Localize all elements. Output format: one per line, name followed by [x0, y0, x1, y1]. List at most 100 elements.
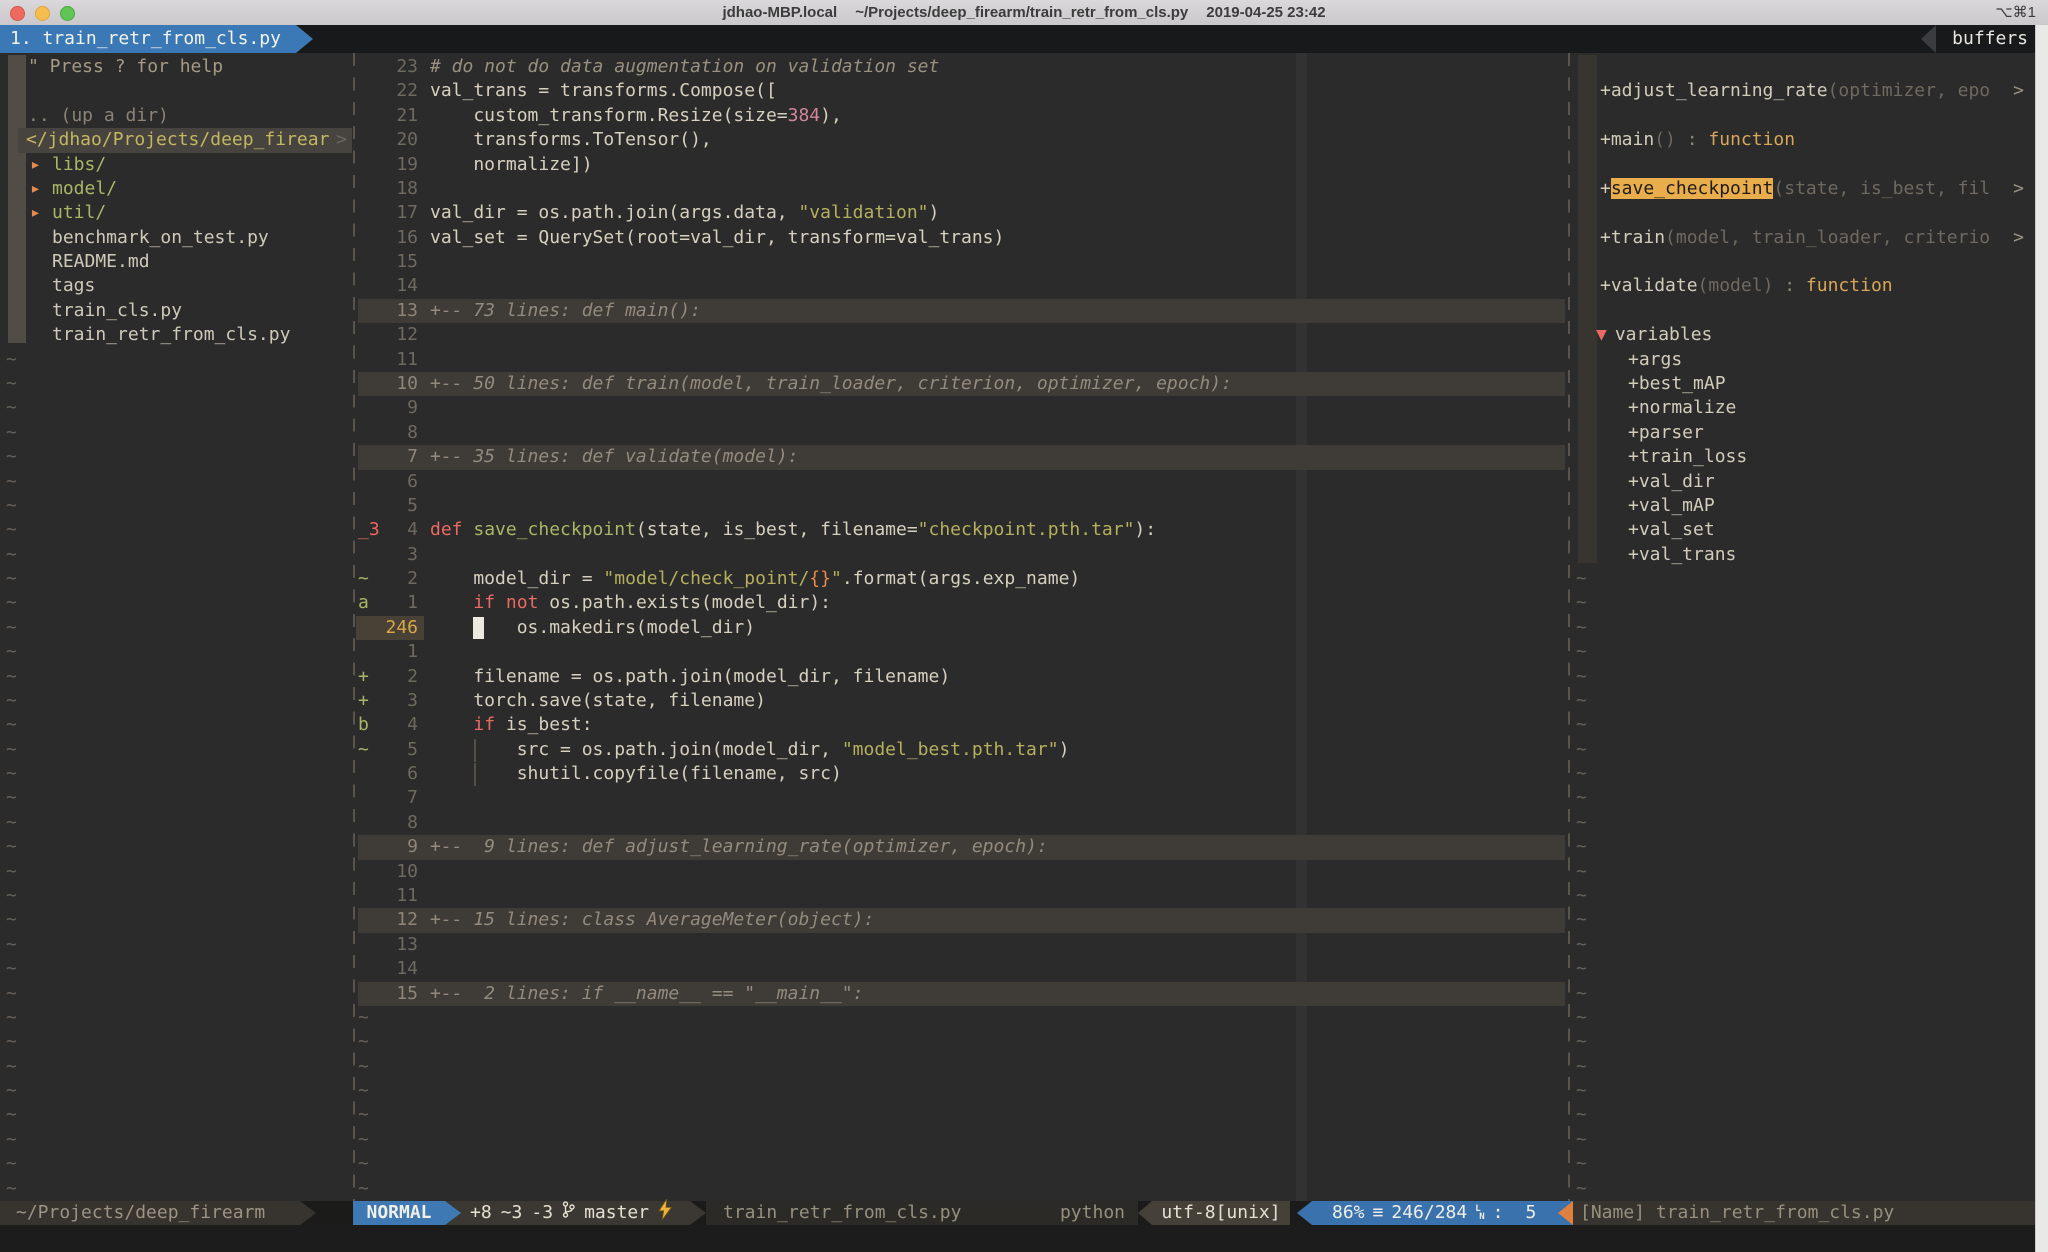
editor-fold-line[interactable]: 15+-- 2 lines: if __name__ == "__main__"…	[356, 982, 1568, 1006]
tagbar-item[interactable]: +train_loss	[1571, 445, 2036, 469]
editor-line[interactable]: b4 if is_best:	[356, 713, 1568, 737]
tagbar-tag-main[interactable]: +main() : function	[1571, 128, 2036, 152]
tagbar-item[interactable]: +parser	[1571, 421, 2036, 445]
nerdtree-item-train-retr-from-cls-py[interactable]: train_retr_from_cls.py	[0, 323, 353, 347]
nerdtree-root[interactable]: </jdhao/Projects/deep_firear>	[0, 128, 353, 152]
editor-line[interactable]: _34def save_checkpoint(state, is_best, f…	[356, 518, 1568, 542]
editor-line[interactable]: 8	[356, 811, 1568, 835]
editor-line[interactable]: ~2 model_dir = "model/check_point/{}".fo…	[356, 567, 1568, 591]
nerdtree-up-dir[interactable]: .. (up a dir)	[0, 104, 353, 128]
editor-line[interactable]: 23# do not do data augmentation on valid…	[356, 55, 1568, 79]
tilde-marker: ~	[6, 665, 17, 689]
terminal-window: jdhao-MBP.local ~/Projects/deep_firearm/…	[0, 0, 2048, 1252]
window-separator-left[interactable]	[353, 53, 355, 1201]
tagbar-item[interactable]: +val_trans	[1571, 543, 2036, 567]
tilde-marker: ~	[1576, 762, 1587, 786]
editor-fold-line[interactable]: 12+-- 15 lines: class AverageMeter(objec…	[356, 908, 1568, 932]
vim-command-line[interactable]	[0, 1225, 2048, 1252]
code-text: normalize])	[430, 153, 593, 177]
tagbar-kind-header: ▼variables	[1596, 323, 1712, 347]
editor-line[interactable]: 14	[356, 957, 1568, 981]
editor-line[interactable]: 18	[356, 177, 1568, 201]
statusline-encoding: utf-8[unix]	[1152, 1201, 1290, 1225]
editor-line[interactable]: 6 shutil.copyfile(filename, src)	[356, 762, 1568, 786]
tagbar-item[interactable]: +best_mAP	[1571, 372, 2036, 396]
editor-line[interactable]: 1	[356, 640, 1568, 664]
editor-line[interactable]: 12	[356, 323, 1568, 347]
line-number: 8	[370, 811, 418, 835]
code-text: val_set = QuerySet(root=val_dir, transfo…	[430, 226, 1004, 250]
tag-kind: function	[1708, 129, 1795, 150]
editor-line[interactable]: 5	[356, 494, 1568, 518]
nerdtree-item-libs[interactable]: ▸libs/	[0, 153, 353, 177]
tagbar-item[interactable]: +val_dir	[1571, 470, 2036, 494]
editor-line[interactable]: 8	[356, 421, 1568, 445]
editor-line[interactable]: 21 custom_transform.Resize(size=384),	[356, 104, 1568, 128]
empty-line-marker: ~	[1571, 689, 2036, 713]
vim-cursor[interactable]	[473, 617, 484, 639]
tag-fold-prefix: +	[1600, 275, 1611, 296]
tab-arrow-separator	[296, 25, 313, 53]
code-text: custom_transform.Resize(size=384),	[430, 104, 842, 128]
editor-line[interactable]: 10	[356, 860, 1568, 884]
editor-line[interactable]: 14	[356, 274, 1568, 298]
editor-line[interactable]: +3 torch.save(state, filename)	[356, 689, 1568, 713]
empty-line-marker: ~	[0, 1103, 353, 1127]
empty-line-marker: ~	[0, 1128, 353, 1152]
code-token: os.path.exists(model_dir):	[538, 592, 831, 613]
editor-panel[interactable]: 23# do not do data augmentation on valid…	[356, 53, 1568, 1201]
editor-line[interactable]: 20 transforms.ToTensor(),	[356, 128, 1568, 152]
editor-line[interactable]: 246 os.makedirs(model_dir)	[356, 616, 1568, 640]
tilde-marker: ~	[1576, 713, 1587, 737]
empty-line-marker: ~	[1571, 933, 2036, 957]
editor-line[interactable]: 7	[356, 786, 1568, 810]
tagbar-item[interactable]: +val_set	[1571, 518, 2036, 542]
editor-line[interactable]: 11	[356, 348, 1568, 372]
tilde-marker: ~	[6, 445, 17, 469]
code-token: is_best:	[495, 714, 593, 735]
tilde-marker: ~	[1576, 957, 1587, 981]
tilde-marker: ~	[1576, 860, 1587, 884]
line-number: 18	[370, 177, 418, 201]
editor-line[interactable]: 15	[356, 250, 1568, 274]
editor-fold-line[interactable]: 7+-- 35 lines: def validate(model):	[356, 445, 1568, 469]
nerdtree-item-benchmark-on-test-py[interactable]: benchmark_on_test.py	[0, 226, 353, 250]
tagbar-tag-save_checkpoint[interactable]: +save_checkpoint(state, is_best, fil>	[1571, 177, 2036, 201]
editor-line[interactable]: 3	[356, 543, 1568, 567]
editor-line[interactable]: ~5 src = os.path.join(model_dir, "model_…	[356, 738, 1568, 762]
tag-name: +adjust_learning_rate(optimizer, epo	[1600, 79, 1990, 103]
tagbar-item[interactable]: +normalize	[1571, 396, 2036, 420]
tagbar-tag-adjust_learning_rate[interactable]: +adjust_learning_rate(optimizer, epo>	[1571, 79, 2036, 103]
tilde-marker: ~	[1576, 640, 1587, 664]
editor-line[interactable]: 13	[356, 933, 1568, 957]
tilde-marker: ~	[1576, 884, 1587, 908]
tagbar-item[interactable]: +val_mAP	[1571, 494, 2036, 518]
empty-line-marker: ~	[0, 786, 353, 810]
editor-line[interactable]: 6	[356, 470, 1568, 494]
editor-line[interactable]: 11	[356, 884, 1568, 908]
tagbar-header-variables[interactable]: ▼variables	[1571, 323, 2036, 347]
editor-fold-line[interactable]: 9+-- 9 lines: def adjust_learning_rate(o…	[356, 835, 1568, 859]
tab-current[interactable]: 1. train_retr_from_cls.py	[0, 25, 296, 53]
editor-line[interactable]: 16val_set = QuerySet(root=val_dir, trans…	[356, 226, 1568, 250]
editor-line[interactable]: 9	[356, 396, 1568, 420]
window-separator-right[interactable]	[1568, 53, 1570, 1201]
editor-line[interactable]: 17val_dir = os.path.join(args.data, "val…	[356, 201, 1568, 225]
tagbar-tag-train[interactable]: +train(model, train_loader, criterio>	[1571, 226, 2036, 250]
editor-line[interactable]: a1 if not os.path.exists(model_dir):	[356, 591, 1568, 615]
empty-line-marker: ~	[1571, 1103, 2036, 1127]
editor-line[interactable]: 22val_trans = transforms.Compose([	[356, 79, 1568, 103]
tagbar-item[interactable]: +args	[1571, 348, 2036, 372]
tagbar-tag-validate[interactable]: +validate(model) : function	[1571, 274, 2036, 298]
editor-line[interactable]: 19 normalize])	[356, 153, 1568, 177]
editor-line[interactable]: +2 filename = os.path.join(model_dir, fi…	[356, 665, 1568, 689]
editor-fold-line[interactable]: 13+-- 73 lines: def main():	[356, 299, 1568, 323]
editor-fold-line[interactable]: 10+-- 50 lines: def train(model, train_l…	[356, 372, 1568, 396]
nerdtree-item-tags[interactable]: tags	[0, 274, 353, 298]
nerdtree-item-model[interactable]: ▸model/	[0, 177, 353, 201]
nerdtree-item-util[interactable]: ▸util/	[0, 201, 353, 225]
nerdtree-item-train-cls-py[interactable]: train_cls.py	[0, 299, 353, 323]
nerdtree-item-README-md[interactable]: README.md	[0, 250, 353, 274]
line-number: 15	[370, 250, 418, 274]
terminal-scrollbar[interactable]	[2035, 25, 2048, 1252]
